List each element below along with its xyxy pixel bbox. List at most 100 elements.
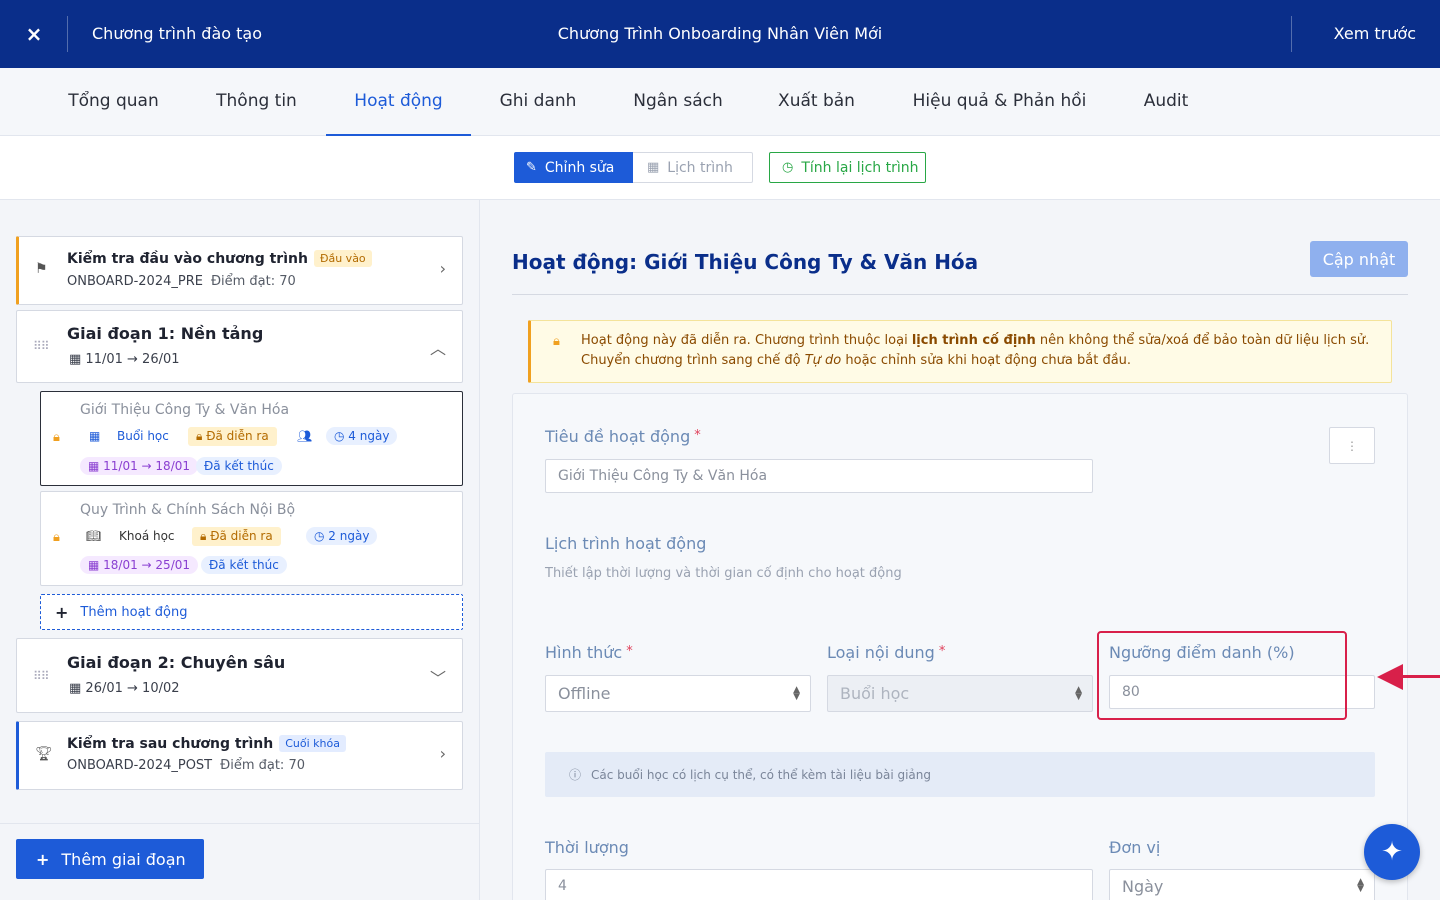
activity-detail-title: Hoạt động: Giới Thiệu Công Ty & Văn Hóa: [512, 250, 979, 274]
schedule-mode-label: Lịch trình: [667, 159, 733, 176]
add-activity-label: Thêm hoạt động: [80, 604, 188, 620]
schedule-hint: Thiết lập thời lượng và thời gian cố địn…: [545, 566, 902, 581]
activity-title: Quy Trình & Chính Sách Nội Bộ: [80, 502, 296, 518]
edit-mode-label: Chỉnh sửa: [544, 159, 615, 176]
activity-item[interactable]: 🔒︎ Giới Thiệu Công Ty & Văn Hóa ▦ Buổi h…: [40, 391, 463, 486]
activity-detail-panel: Hoạt động: Giới Thiệu Công Ty & Văn Hóa …: [481, 200, 1440, 900]
locked-warning-alert: 🔒︎ Hoạt động này đã diễn ra. Chương trìn…: [528, 320, 1392, 383]
info-icon: ⓘ: [569, 768, 582, 782]
state-badge: Đã kết thúc: [196, 457, 282, 475]
tab-enrollment[interactable]: Ghi danh: [471, 68, 605, 136]
add-activity-button[interactable]: + Thêm hoạt động: [40, 594, 463, 630]
title-field[interactable]: Giới Thiệu Công Ty & Văn Hóa: [545, 459, 1093, 493]
tab-budget[interactable]: Ngân sách: [605, 68, 751, 136]
chevron-right-icon[interactable]: ›: [440, 259, 446, 278]
divider: [0, 823, 479, 824]
divider: [512, 294, 1408, 295]
format-field-label: Hình thức *: [545, 643, 633, 662]
post-test-code: ONBOARD-2024_POST: [67, 758, 213, 773]
select-arrow-icon: ▲ ▼: [1075, 684, 1082, 702]
mode-toolbar: ✎ Chỉnh sửa ▦ Lịch trình ◷ Tính lại lịch…: [0, 136, 1440, 200]
close-icon[interactable]: ×: [0, 0, 68, 68]
tab-activities[interactable]: Hoạt động: [326, 68, 471, 136]
post-test-meta: ONBOARD-2024_POST Điểm đạt: 70: [67, 758, 305, 773]
breadcrumb[interactable]: Chương trình đào tạo: [92, 0, 262, 68]
highlight-box: [1097, 631, 1347, 720]
clock-icon: ◷: [782, 160, 794, 175]
book-icon: 📖︎: [86, 529, 102, 543]
divider: [67, 16, 68, 52]
tab-publish[interactable]: Xuất bản: [751, 68, 882, 136]
annotation-arrow-line: [1401, 675, 1440, 678]
state-badge: Đã kết thúc: [201, 556, 287, 574]
plus-icon: +: [55, 602, 69, 622]
pre-test-score: Điểm đạt: 70: [210, 274, 296, 289]
stage-card-2[interactable]: ⠿⠿ Giai đoạn 2: Chuyên sâu ▦ 26/01 → 10/…: [16, 638, 463, 713]
post-test-title: Kiểm tra sau chương trình Cuối khóa: [67, 735, 346, 752]
group-icon: 👥︎: [297, 429, 313, 443]
tab-overview[interactable]: Tổng quan: [40, 68, 187, 136]
post-test-badge: Cuối khóa: [279, 735, 346, 752]
duration-badge: ◷ 2 ngày: [306, 527, 378, 545]
date-range-badge: ▦ 18/01 → 25/01: [80, 556, 199, 574]
top-bar: × Chương trình đào tạo Chương Trình Onbo…: [0, 0, 1440, 68]
pre-test-card[interactable]: ⚑ Kiểm tra đầu vào chương trình Đầu vào O…: [16, 236, 463, 305]
recalc-schedule-button[interactable]: ◷ Tính lại lịch trình: [769, 152, 926, 183]
post-test-score: Điểm đạt: 70: [220, 758, 305, 773]
activity-type: Khoá học: [119, 529, 175, 543]
sparkle-icon: ✦: [1381, 837, 1403, 867]
unit-field-label: Đơn vị: [1109, 838, 1161, 857]
pre-test-meta: ONBOARD-2024_PRE Điểm đạt: 70: [67, 274, 296, 289]
activity-type: Buổi học: [117, 429, 169, 443]
plus-icon: +: [36, 849, 50, 869]
ai-assistant-button[interactable]: ✦: [1364, 824, 1420, 880]
select-arrow-icon: ▲ ▼: [1357, 877, 1364, 894]
duration-field-label: Thời lượng: [545, 838, 629, 857]
pre-test-title: Kiểm tra đầu vào chương trình Đầu vào: [67, 250, 372, 267]
drag-handle-icon[interactable]: ⠿⠿: [33, 339, 50, 353]
tab-audit[interactable]: Audit: [1117, 68, 1215, 136]
calendar-icon: ▦: [69, 681, 86, 696]
annotation-arrow-icon: [1377, 664, 1403, 690]
duration-input[interactable]: 4: [545, 869, 1093, 900]
lock-icon: 🔒︎: [53, 530, 60, 545]
calendar-icon: ▦: [69, 352, 86, 367]
lock-icon: 🔒︎: [553, 334, 560, 349]
activity-item[interactable]: 🔒︎ Quy Trình & Chính Sách Nội Bộ 📖︎ Khoá…: [40, 491, 463, 586]
stage-2-title: Giai đoạn 2: Chuyên sâu: [67, 653, 286, 672]
flag-icon: ⚑: [35, 261, 48, 277]
schedule-heading: Lịch trình hoạt động: [545, 534, 707, 553]
update-button[interactable]: Cập nhật: [1310, 241, 1408, 277]
chevron-right-icon[interactable]: ›: [440, 744, 446, 763]
more-options-icon[interactable]: ⋮: [1329, 427, 1375, 464]
chevron-up-icon[interactable]: ︿: [430, 335, 446, 359]
activity-form: Tiêu đề hoạt động * ⋮ Giới Thiệu Công Ty …: [512, 393, 1408, 900]
content-type-select: Buổi học ▲ ▼: [827, 675, 1093, 712]
stage-2-dates: ▦ 26/01 → 10/02: [69, 681, 180, 696]
activity-tree-panel: ⚑ Kiểm tra đầu vào chương trình Đầu vào O…: [0, 200, 480, 900]
schedule-mode-button[interactable]: ▦ Lịch trình: [633, 152, 753, 183]
duration-badge: ◷ 4 ngày: [326, 427, 398, 445]
post-test-card[interactable]: 🏆︎ Kiểm tra sau chương trình Cuối khóa ON…: [16, 721, 463, 790]
preview-link[interactable]: Xem trước: [1334, 0, 1416, 68]
tab-info[interactable]: Thông tin: [187, 68, 326, 136]
calendar-icon: ▦: [647, 160, 660, 175]
drag-handle-icon[interactable]: ⠿⠿: [33, 669, 50, 683]
lock-icon: 🔒︎: [53, 430, 60, 445]
add-stage-button[interactable]: + Thêm giai đoạn: [16, 839, 204, 879]
edit-mode-button[interactable]: ✎ Chỉnh sửa: [514, 152, 633, 183]
status-badge: 🔒︎ Đã diễn ra: [188, 427, 277, 446]
pre-test-code: ONBOARD-2024_PRE: [67, 274, 203, 289]
title-field-label: Tiêu đề hoạt động *: [545, 427, 701, 446]
chevron-down-icon[interactable]: ﹀: [430, 665, 446, 689]
recalc-schedule-label: Tính lại lịch trình: [801, 159, 919, 176]
stage-card-1[interactable]: ⠿⠿ Giai đoạn 1: Nền tảng ▦ 11/01 → 26/01…: [16, 310, 463, 383]
format-select[interactable]: Offline ▲ ▼: [545, 675, 811, 712]
stage-1-title: Giai đoạn 1: Nền tảng: [67, 324, 264, 343]
divider: [1291, 16, 1292, 52]
stage-1-dates: ▦ 11/01 → 26/01: [69, 352, 180, 367]
unit-select[interactable]: Ngày ▲ ▼: [1109, 869, 1375, 900]
tab-feedback[interactable]: Hiệu quả & Phản hồi: [882, 68, 1117, 136]
pre-test-badge: Đầu vào: [313, 250, 372, 267]
select-arrow-icon: ▲ ▼: [793, 684, 800, 702]
